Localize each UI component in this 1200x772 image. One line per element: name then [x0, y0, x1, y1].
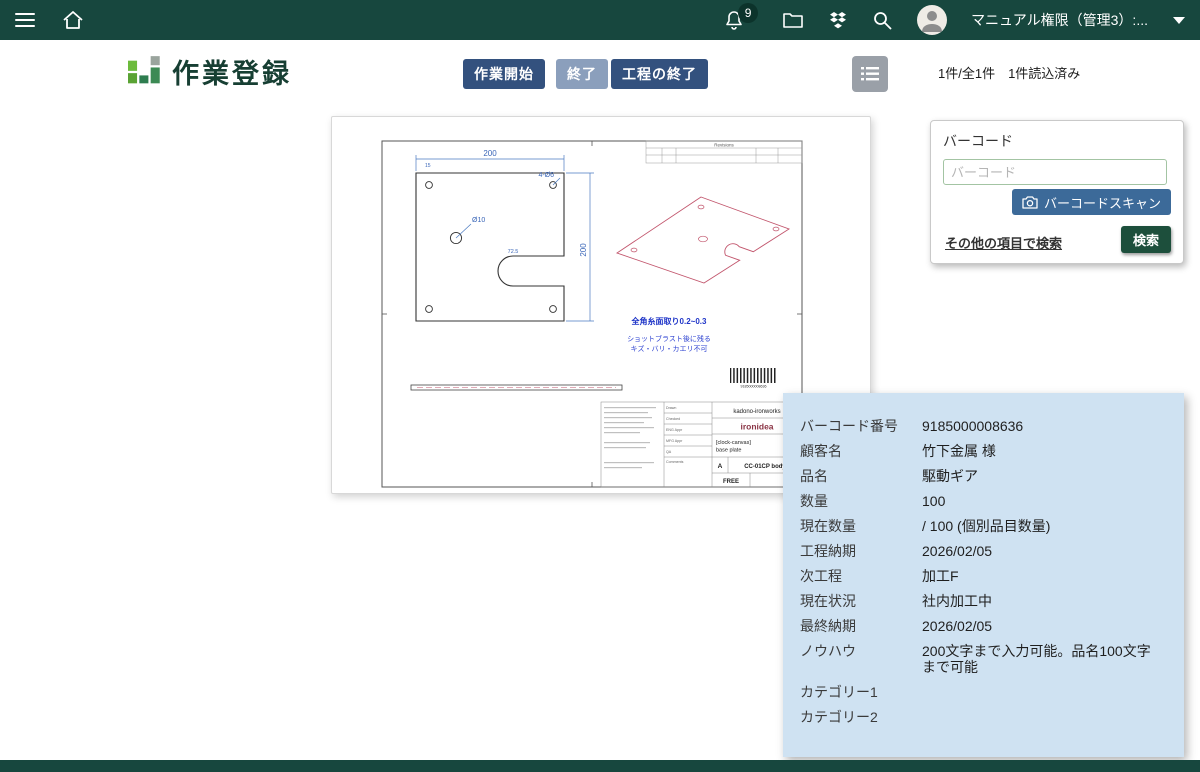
title-block-company: kadono-ironworks: [733, 409, 780, 415]
info-label: 数量: [800, 493, 922, 509]
small-dimension: 15: [425, 163, 431, 169]
drawing-barcode: [730, 368, 777, 383]
bottom-bar: [0, 760, 1200, 772]
info-value: 竹下金属 様: [922, 443, 1164, 459]
svg-text:Drawn: Drawn: [666, 406, 676, 410]
menu-button[interactable]: [14, 11, 36, 29]
note-shotblast-2: キズ・バリ・カエリ不可: [631, 344, 708, 353]
hamburger-icon: [14, 11, 36, 29]
info-row-process-due: 工程納期 2026/02/05: [800, 543, 1164, 559]
end-button[interactable]: 終了: [556, 59, 608, 89]
barcode-search-panel: バーコード バーコードスキャン その他の項目で検索 検索: [930, 120, 1184, 264]
barcode-panel-title: バーコード: [943, 131, 1171, 151]
svg-text:MFG Appr: MFG Appr: [666, 439, 683, 443]
search-button[interactable]: [872, 10, 893, 31]
record-count-text: 1件/全1件 1件読込済み: [938, 63, 1080, 82]
app-logo: 作業登録: [128, 52, 292, 91]
person-icon: [917, 5, 947, 35]
barcode-scan-button[interactable]: バーコードスキャン: [1012, 189, 1171, 215]
note-shotblast-1: ショットブラスト後に残る: [627, 334, 711, 343]
info-row-customer: 顧客名 竹下金属 様: [800, 443, 1164, 459]
info-label: カテゴリー1: [800, 684, 922, 700]
info-value: 社内加工中: [922, 593, 1164, 609]
folder-icon: [782, 11, 804, 29]
info-label: 品名: [800, 468, 922, 484]
search-submit-button[interactable]: 検索: [1121, 226, 1171, 253]
user-avatar[interactable]: [917, 5, 947, 35]
info-row-next-process: 次工程 加工F: [800, 568, 1164, 584]
info-label: 現在数量: [800, 518, 922, 534]
info-row-category-2: カテゴリー2: [800, 709, 1164, 725]
barcode-scan-label: バーコードスキャン: [1044, 193, 1161, 212]
info-label: バーコード番号: [800, 418, 922, 434]
app-logo-icon: [128, 56, 162, 88]
list-icon: [861, 67, 879, 81]
notification-count-badge: 9: [738, 3, 758, 23]
info-value: 200文字まで入力可能。品名100文字まで可能: [922, 643, 1164, 675]
start-work-button[interactable]: 作業開始: [463, 59, 545, 89]
top-navigation-bar: 9 マニュアル権限（管理3）:...: [0, 0, 1200, 40]
info-label: 最終納期: [800, 618, 922, 634]
drawing-barcode-number: 9185000008636: [741, 385, 767, 389]
info-label: ノウハウ: [800, 643, 922, 675]
info-row-category-1: カテゴリー1: [800, 684, 1164, 700]
svg-text:ENG Appr: ENG Appr: [666, 428, 683, 432]
info-row-final-due: 最終納期 2026/02/05: [800, 618, 1164, 634]
info-value: 9185000008636: [922, 418, 1164, 434]
other-search-link[interactable]: その他の項目で検索: [945, 233, 1062, 252]
info-row-current-quantity: 現在数量 / 100 (個別品目数量): [800, 518, 1164, 534]
info-row-knowhow: ノウハウ 200文字まで入力可能。品名100文字まで可能: [800, 643, 1164, 675]
info-row-current-status: 現在状況 社内加工中: [800, 593, 1164, 609]
drawing-sheet-border: [382, 141, 802, 487]
info-label: 次工程: [800, 568, 922, 584]
apps-button[interactable]: [828, 11, 848, 30]
title-block-brand: ironidea: [740, 422, 773, 432]
search-icon: [872, 10, 893, 31]
info-value: 駆動ギア: [922, 468, 1164, 484]
svg-text:Comments: Comments: [666, 460, 684, 464]
info-label: 現在状況: [800, 593, 922, 609]
info-value: 2026/02/05: [922, 618, 1164, 634]
info-value: / 100 (個別品目数量): [922, 518, 1164, 534]
info-row-quantity: 数量 100: [800, 493, 1164, 509]
info-label: 顧客名: [800, 443, 922, 459]
info-value: 2026/02/05: [922, 543, 1164, 559]
user-menu-expand-button[interactable]: [1172, 16, 1186, 25]
info-value: 加工F: [922, 568, 1164, 584]
slot-dimension: 72.5: [508, 249, 519, 255]
holes-callout: 4-Ø6: [538, 172, 554, 179]
info-row-item-name: 品名 駆動ギア: [800, 468, 1164, 484]
notifications-button[interactable]: 9: [724, 10, 744, 31]
caret-down-icon: [1172, 16, 1186, 25]
info-row-barcode-number: バーコード番号 9185000008636: [800, 418, 1164, 434]
title-block-product-2: base plate: [716, 448, 741, 454]
end-process-button[interactable]: 工程の終了: [611, 59, 708, 89]
svg-text:Checked: Checked: [666, 417, 680, 421]
center-hole-callout: Ø10: [472, 217, 485, 224]
info-label: カテゴリー2: [800, 709, 922, 725]
info-label: 工程納期: [800, 543, 922, 559]
dimension-top: 200: [483, 149, 497, 158]
dropbox-icon: [828, 11, 848, 30]
item-detail-panel: バーコード番号 9185000008636 顧客名 竹下金属 様 品名 駆動ギア…: [783, 393, 1184, 757]
title-block-drawing-no: CC-01CP body: [744, 464, 786, 470]
note-chamfer: 全角糸面取り0.2~0.3: [631, 316, 707, 326]
list-view-button[interactable]: [852, 56, 888, 92]
home-icon: [62, 10, 84, 30]
home-button[interactable]: [62, 10, 84, 30]
svg-text:QA: QA: [666, 450, 672, 454]
barcode-input[interactable]: [943, 159, 1167, 185]
page-title: 作業登録: [172, 52, 292, 91]
info-value: 100: [922, 493, 1164, 509]
files-button[interactable]: [782, 11, 804, 29]
user-role-label: マニュアル権限（管理3）:...: [971, 10, 1148, 30]
title-block-scale: FREE: [723, 479, 739, 485]
info-value: [922, 709, 1164, 725]
camera-icon: [1022, 196, 1038, 209]
revisions-label: Revisions: [714, 143, 734, 148]
dimension-right: 200: [579, 243, 588, 257]
info-value: [922, 684, 1164, 700]
title-block-size: A: [718, 463, 723, 470]
title-block-product-1: [clock-canvas]: [716, 440, 751, 446]
